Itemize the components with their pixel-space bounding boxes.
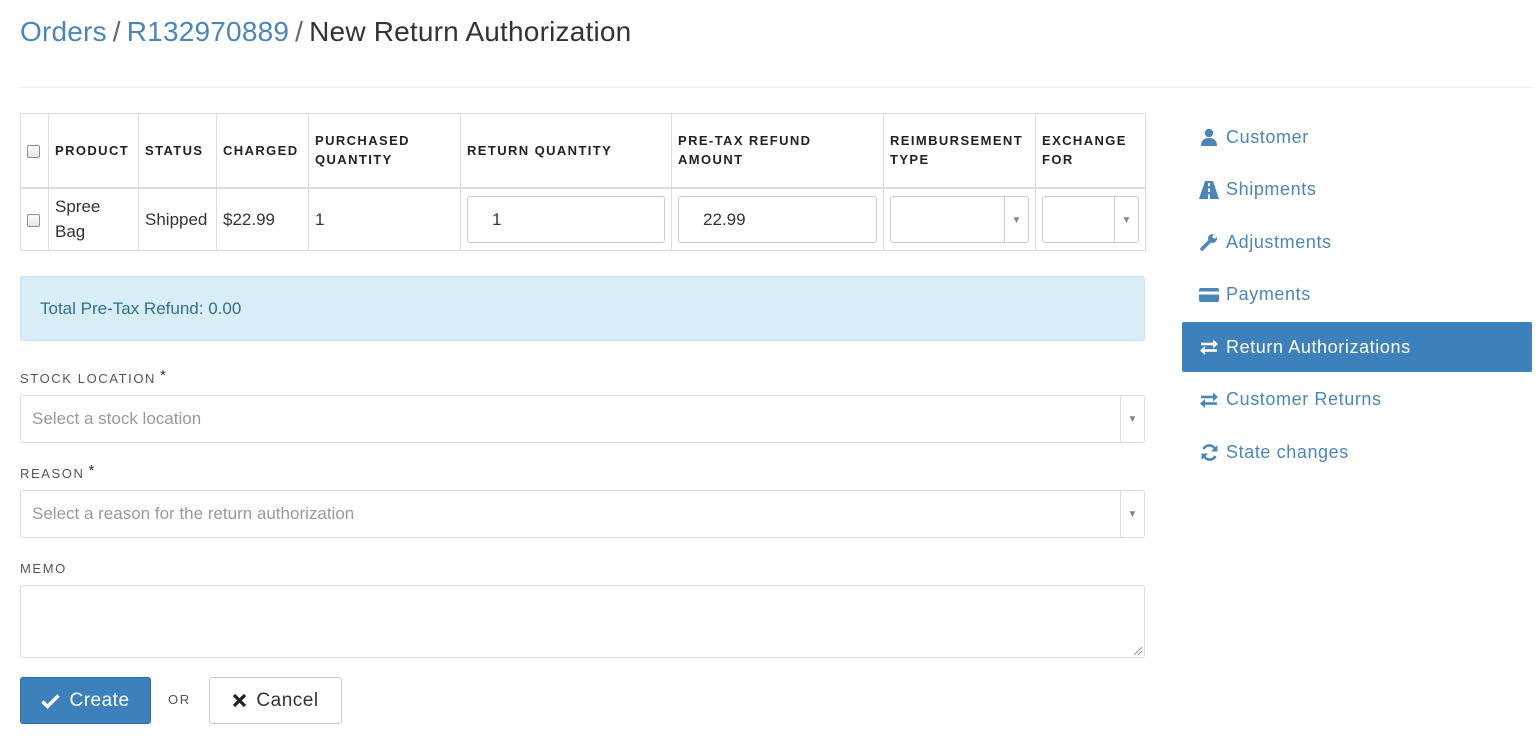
reason-placeholder: Select a reason for the return authoriza… [32,504,355,523]
table-row: Spree Bag Shipped $22.99 1 1 22.99 ▼ ▼ [20,187,1146,251]
memo-label: MEMO [20,561,67,576]
column-header-charged: CHARGED [216,113,309,189]
breadcrumb-separator: / [295,16,304,47]
total-refund-alert: Total Pre-Tax Refund: 0.00 [20,276,1145,341]
exchange-for-select[interactable]: ▼ [1042,195,1139,243]
charged-cell: $22.99 [216,187,309,251]
sidebar-item-shipments[interactable]: Shipments [1182,165,1532,215]
sidebar-item-label: Customer [1226,126,1309,147]
page-title: New Return Authorization [309,16,632,47]
cancel-button[interactable]: Cancel [209,677,342,724]
sidebar-item-customer[interactable]: Customer [1182,112,1532,162]
caret-down-icon: ▼ [1120,396,1144,442]
wrench-icon [1199,232,1219,252]
return-items-table: PRODUCT STATUS CHARGED PURCHASED QUANTIT… [20,113,1146,251]
reimbursement-type-select[interactable]: ▼ [890,195,1029,243]
reimbursement-type-cell: ▼ [883,187,1036,251]
sidebar-item-label: Payments [1226,284,1311,304]
sidebar-item-label: State changes [1226,441,1349,462]
stock-location-label-text: STOCK LOCATION [20,371,157,386]
caret-down-icon: ▼ [1114,196,1138,242]
select-all-checkbox[interactable] [27,144,40,158]
resize-handle-icon[interactable] [1134,647,1142,655]
column-header-purchased-quantity: PURCHASED QUANTITY [308,113,461,189]
column-header-reimbursement-type: REIMBURSEMENT TYPE [883,113,1036,189]
memo-textarea[interactable] [20,585,1145,658]
create-button[interactable]: Create [20,677,151,724]
breadcrumb-separator: / [112,16,121,47]
select-all-header [20,113,49,189]
road-icon [1199,180,1219,200]
pre-tax-refund-amount-input[interactable]: 22.99 [678,195,877,243]
caret-down-icon: ▼ [1120,491,1144,537]
credit-card-icon [1199,285,1219,305]
reason-select[interactable]: Select a reason for the return authoriza… [20,490,1145,538]
cancel-button-label: Cancel [256,689,319,711]
refresh-icon [1199,442,1219,462]
purchased-quantity-cell: 1 [308,187,461,251]
row-select-cell [20,187,49,251]
header-divider [20,87,1532,88]
close-icon [232,693,247,708]
reason-label: REASON * [20,462,96,482]
return-quantity-input[interactable]: 1 [467,195,665,243]
return-quantity-cell: 1 [460,187,672,251]
exchange-icon [1199,337,1219,357]
pre-tax-refund-cell: 22.99 [671,187,884,251]
column-header-exchange-for: EXCHANGE FOR [1035,113,1146,189]
sidebar-item-customer-returns[interactable]: Customer Returns [1182,375,1532,425]
stock-location-label: STOCK LOCATION * [20,367,168,387]
column-header-status: STATUS [138,113,217,189]
table-header-row: PRODUCT STATUS CHARGED PURCHASED QUANTIT… [20,113,1146,189]
sidebar-item-label: Adjustments [1226,231,1332,252]
reason-label-text: REASON [20,466,85,481]
sidebar-item-label: Return Authorizations [1226,336,1411,357]
caret-down-icon: ▼ [1004,196,1028,242]
breadcrumb-order-number-link[interactable]: R132970889 [127,16,289,47]
exchange-icon [1199,390,1219,410]
order-tabs-sidebar: Customer Shipments Adjustments Payments … [1182,112,1532,480]
breadcrumb-orders-link[interactable]: Orders [20,16,107,47]
sidebar-item-return-authorizations[interactable]: Return Authorizations [1182,322,1532,372]
required-marker: * [88,462,96,479]
create-button-label: Create [69,689,130,711]
check-icon [41,693,61,709]
sidebar-item-payments[interactable]: Payments [1182,270,1532,320]
sidebar-item-state-changes[interactable]: State changes [1182,427,1532,477]
sidebar-item-label: Customer Returns [1226,389,1382,409]
user-icon [1199,127,1219,147]
exchange-for-cell: ▼ [1035,187,1146,251]
sidebar-item-label: Shipments [1226,179,1317,199]
row-checkbox[interactable] [27,213,40,227]
column-header-product: PRODUCT [48,113,139,189]
status-cell: Shipped [138,187,217,251]
sidebar-item-adjustments[interactable]: Adjustments [1182,217,1532,267]
required-marker: * [160,367,168,384]
product-cell: Spree Bag [48,187,139,251]
stock-location-select[interactable]: Select a stock location ▼ [20,395,1145,443]
column-header-pre-tax-refund-amount: PRE-TAX REFUND AMOUNT [671,113,884,189]
column-header-return-quantity: RETURN QUANTITY [460,113,672,189]
or-separator: OR [168,692,191,707]
breadcrumb: Orders / R132970889/New Return Authorizati… [20,16,631,48]
stock-location-placeholder: Select a stock location [32,409,202,428]
